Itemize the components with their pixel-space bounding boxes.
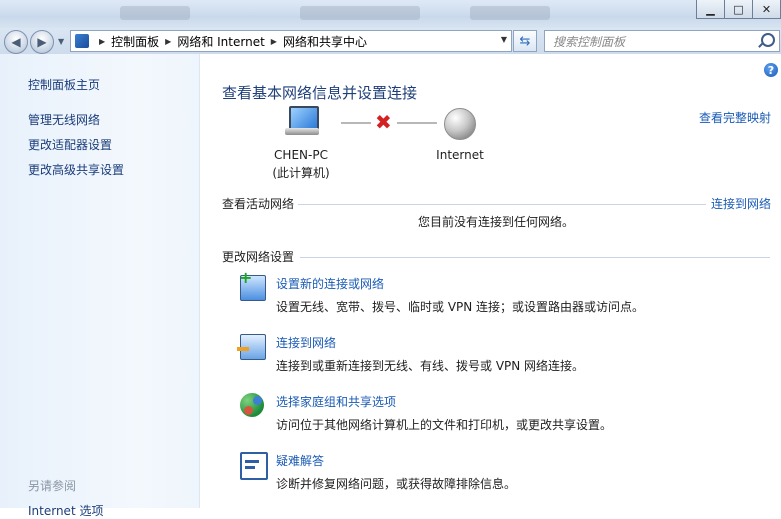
minimize-button[interactable]: ▁ [696,0,725,19]
task-description: 诊断并修复网络问题，或获得故障排除信息。 [276,477,517,491]
task-description: 连接到或重新连接到无线、有线、拨号或 VPN 网络连接。 [276,359,585,373]
maximize-button[interactable]: □ [725,0,753,19]
sidebar-item-advanced-sharing[interactable]: 更改高级共享设置 [28,161,124,178]
troubleshoot-icon [240,452,268,480]
active-networks-heading: 查看活动网络 [222,197,295,211]
setup-new-connection-link[interactable]: 设置新的连接或网络 [276,275,384,292]
close-button[interactable]: ✕ [753,0,781,19]
connect-network-icon [237,334,266,360]
navigation-bar: ◀ ▶ ▼ ▶ 控制面板 ▶ 网络和 Internet ▶ 网络和共享中心 ▼ … [0,28,781,54]
breadcrumb-network-sharing-center[interactable]: 网络和共享中心 [283,33,367,50]
sidebar-item-control-panel-home[interactable]: 控制面板主页 [28,76,100,93]
sidebar-item-adapter-settings[interactable]: 更改适配器设置 [28,136,112,153]
section-divider [298,204,706,205]
connection-line [397,122,437,124]
internet-globe-icon[interactable] [444,108,476,140]
left-task-pane: 控制面板主页 管理无线网络 更改适配器设置 更改高级共享设置 另请参阅 Inte… [0,54,200,518]
breadcrumb-network-internet[interactable]: 网络和 Internet [177,33,264,50]
internet-label: Internet [436,148,484,162]
refresh-button[interactable]: ⇆ [513,30,537,52]
title-bar: ▁ □ ✕ [0,0,781,28]
history-dropdown-icon[interactable]: ▼ [58,37,64,46]
forward-button[interactable]: ▶ [30,30,54,54]
chevron-right-icon[interactable]: ▶ [271,37,277,46]
connect-to-network-link[interactable]: 连接到网络 [711,195,771,212]
breadcrumb-control-panel[interactable]: 控制面板 [111,33,159,50]
computer-name: CHEN-PC [274,148,328,162]
page-title: 查看基本网络信息并设置连接 [222,84,418,102]
homegroup-sharing-link[interactable]: 选择家庭组和共享选项 [276,393,396,410]
see-also-heading: 另请参阅 [28,479,77,493]
no-connection-message: 您目前没有连接到任何网络。 [418,215,575,229]
task-description: 设置无线、宽带、拨号、临时或 VPN 连接；或设置路由器或访问点。 [276,300,645,314]
task-description: 访问位于其他网络计算机上的文件和打印机，或更改共享设置。 [276,418,613,432]
sidebar-item-manage-wireless[interactable]: 管理无线网络 [28,111,100,128]
main-content: ? 查看基本网络信息并设置连接 查看完整映射 ✖ CHEN-PC (此计算机) … [200,54,781,508]
troubleshoot-link[interactable]: 疑难解答 [276,452,324,469]
sidebar-item-internet-options[interactable]: Internet 选项 [28,502,103,519]
search-placeholder: 搜索控制面板 [553,34,626,49]
view-full-map-link[interactable]: 查看完整映射 [699,109,771,126]
computer-subtitle: (此计算机) [272,166,330,180]
refresh-icon: ⇆ [519,33,531,49]
connect-to-network-task-link[interactable]: 连接到网络 [276,334,336,351]
connection-line [341,122,371,124]
breadcrumb: ▶ 控制面板 ▶ 网络和 Internet ▶ 网络和共享中心 [93,33,367,50]
change-settings-heading: 更改网络设置 [222,250,295,264]
disconnected-x-icon[interactable]: ✖ [375,112,392,132]
address-bar[interactable]: ▶ 控制面板 ▶ 网络和 Internet ▶ 网络和共享中心 ▼ [70,30,512,52]
monitor-shape [289,106,319,130]
monitor-base-shape [285,128,319,135]
window-controls: ▁ □ ✕ [696,0,781,20]
section-divider [300,257,770,258]
new-connection-icon [239,268,266,301]
chevron-right-icon[interactable]: ▶ [165,37,171,46]
help-icon[interactable]: ? [764,63,778,77]
blurred-tab [120,6,190,20]
search-icon[interactable] [761,33,775,47]
computer-icon[interactable] [285,106,319,136]
chevron-right-icon[interactable]: ▶ [99,37,105,46]
homegroup-icon [240,393,264,417]
blurred-tab [470,6,550,20]
address-dropdown-icon[interactable]: ▼ [501,35,507,44]
blurred-tab [300,6,420,20]
control-panel-icon [75,34,89,48]
back-button[interactable]: ◀ [4,30,28,54]
search-box[interactable]: 搜索控制面板 [544,30,780,52]
